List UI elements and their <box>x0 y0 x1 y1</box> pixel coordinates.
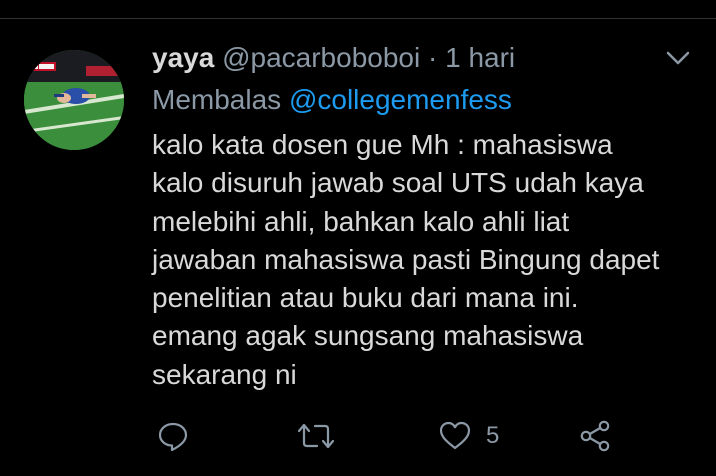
tweet-text-line: emang agak sungsang mahasiswa <box>152 320 584 352</box>
tweet-text: kalo kata dosen gue Mh : mahasiswa kalo … <box>152 126 708 394</box>
heart-icon <box>438 419 472 453</box>
tweet-text-line: kalo kata dosen gue Mh : mahasiswa <box>152 129 613 160</box>
avatar[interactable] <box>24 50 124 150</box>
tweet-text-line: kalo disuruh jawab soal UTS udah kaya <box>152 167 644 199</box>
retweet-button[interactable] <box>296 418 336 454</box>
chevron-down-icon[interactable] <box>664 48 692 68</box>
reply-button[interactable] <box>156 418 190 454</box>
tweet-text-line: penelitian atau buku dari mana ini. <box>152 282 579 314</box>
reply-mention-link[interactable]: @collegemenfess <box>289 84 512 115</box>
share-button[interactable] <box>578 418 612 454</box>
tweet-text-line: sekarang ni <box>152 358 297 390</box>
share-icon <box>578 419 612 453</box>
author-handle[interactable]: @pacarboboboi <box>222 42 420 73</box>
tweet-text-line: melebihi ahli, bahkan kalo ahli liat <box>152 205 570 237</box>
reply-icon <box>156 419 190 453</box>
tweet-text-line: jawaban mahasiswa pasti Bingung dapet <box>152 243 660 275</box>
reply-prefix: Membalas <box>152 84 282 115</box>
tweet-timestamp[interactable]: 1 hari <box>445 42 515 73</box>
like-count: 5 <box>486 422 500 449</box>
tweet-actions: 5 <box>0 418 716 458</box>
replying-to: Membalas @collegemenfess <box>152 82 512 118</box>
author-name[interactable]: yaya <box>152 42 214 73</box>
like-button[interactable]: 5 <box>438 418 499 454</box>
header-separator: · <box>427 42 438 73</box>
retweet-icon <box>296 419 336 453</box>
top-divider <box>0 18 716 19</box>
tweet-header: yaya @pacarboboboi · 1 hari <box>152 40 515 76</box>
